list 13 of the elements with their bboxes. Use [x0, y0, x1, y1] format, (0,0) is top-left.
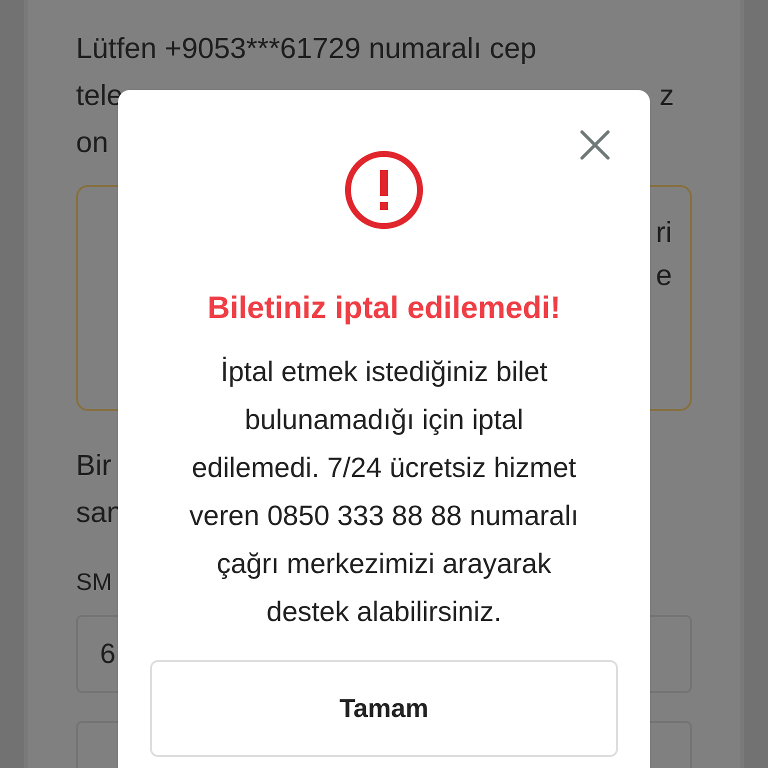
- error-icon: [344, 150, 424, 230]
- sms-label: SM: [76, 569, 113, 597]
- intro-text: on: [76, 127, 108, 160]
- dialog-title: Biletiniz iptal edilemedi!: [207, 290, 561, 326]
- notice-text: e: [656, 260, 672, 293]
- intro-text: Lütfen +9053***61729 numaralı cep: [76, 33, 536, 66]
- dialog-message: İptal etmek istediğiniz bilet bulunamadığı için iptal edilemedi. 7/24 ücretsiz hizmet veren 0850 333 88 88 numaralı çağrı merkezimizi arayarak destek alabilirsiniz.: [188, 355, 580, 629]
- paragraph-text: Bir: [76, 450, 112, 483]
- intro-text: tele: [76, 80, 123, 113]
- intro-text: z: [660, 80, 674, 113]
- close-icon[interactable]: [580, 130, 610, 160]
- ok-button[interactable]: Tamam: [150, 660, 618, 757]
- notice-text: ri: [656, 217, 672, 250]
